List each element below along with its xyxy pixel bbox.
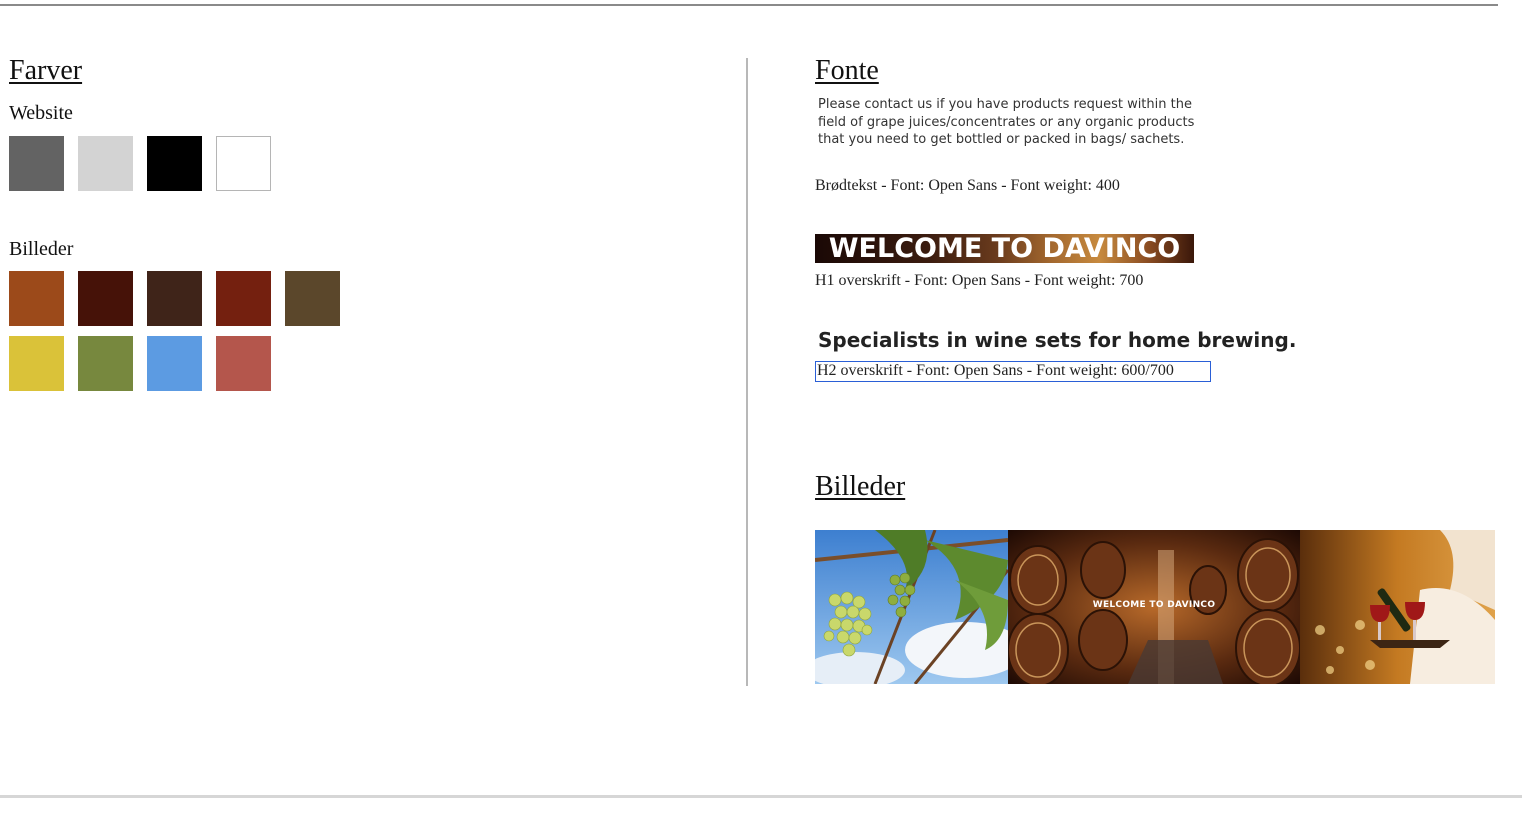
- image-colors-label: Billeder: [9, 238, 74, 260]
- image-color-swatch: [216, 271, 271, 326]
- h2-caption[interactable]: H2 overskrift - Font: Open Sans - Font w…: [815, 361, 1211, 382]
- image-color-swatch: [9, 271, 64, 326]
- bottom-rule: [0, 795, 1522, 798]
- website-color-swatch: [78, 136, 133, 191]
- body-text-caption: Brødtekst - Font: Open Sans - Font weigh…: [815, 177, 1120, 194]
- column-divider: [746, 58, 748, 686]
- image-color-swatch: [78, 336, 133, 391]
- waiter-wine-photo: [1300, 530, 1495, 684]
- images-heading: Billeder: [815, 471, 906, 502]
- image-color-swatch: [285, 271, 340, 326]
- colors-heading: Farver: [9, 55, 83, 86]
- website-color-swatch: [147, 136, 202, 191]
- image-color-swatch: [9, 336, 64, 391]
- image-color-swatch: [216, 336, 271, 391]
- image-strip: WELCOME TO DAVINCO: [815, 530, 1495, 684]
- wine-cellar-photo: WELCOME TO DAVINCO: [1008, 530, 1300, 684]
- h1-sample-banner: WELCOME TO DAVINCO: [815, 234, 1194, 263]
- cellar-photo-overlay-text: WELCOME TO DAVINCO: [1092, 600, 1216, 610]
- fonts-heading: Fonte: [815, 55, 879, 86]
- h2-sample-text: Specialists in wine sets for home brewin…: [818, 328, 1297, 352]
- top-rule: [0, 4, 1498, 6]
- h1-sample-text: WELCOME TO DAVINCO: [828, 234, 1181, 263]
- body-text-sample: Please contact us if you have products r…: [818, 97, 1195, 147]
- h1-caption: H1 overskrift - Font: Open Sans - Font w…: [815, 272, 1144, 289]
- website-color-swatch: [9, 136, 64, 191]
- grapes-photo: [815, 530, 1008, 684]
- image-color-swatch: [147, 271, 202, 326]
- image-color-swatch: [147, 336, 202, 391]
- website-color-swatch: [216, 136, 271, 191]
- website-colors-label: Website: [9, 102, 73, 124]
- h2-caption-text: H2 overskrift - Font: Open Sans - Font w…: [817, 362, 1174, 379]
- image-color-swatch: [78, 271, 133, 326]
